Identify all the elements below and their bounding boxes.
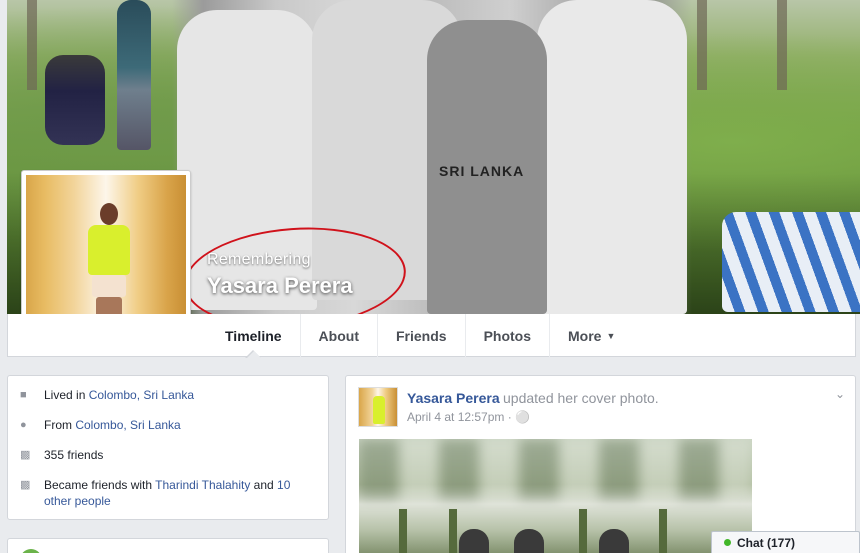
chevron-down-icon: ▼ [606, 330, 616, 341]
tab-photos[interactable]: Photos [464, 314, 549, 357]
cover-background-person [45, 55, 105, 145]
globe-icon: ⚪ [515, 410, 531, 424]
tab-timeline[interactable]: Timeline [207, 314, 300, 358]
online-status-icon [724, 539, 731, 546]
cover-person [537, 0, 687, 314]
cover-shirt-text: SRI LANKA [439, 163, 525, 179]
intro-from-prefix: From [44, 418, 76, 432]
became-friends-middle: and [250, 478, 278, 492]
profile-tabs: Timeline About Friends Photos More ▼ [207, 314, 633, 358]
tab-label: Photos [483, 327, 532, 344]
intro-lived-prefix: Lived in [44, 388, 89, 402]
card-icon [20, 549, 42, 553]
palm-tree [697, 0, 707, 90]
intro-friends: ▩ 355 friends [20, 447, 304, 463]
palm-tree [27, 0, 37, 90]
tab-label: More [568, 327, 602, 344]
intro-lived-in: ■ Lived in Colombo, Sri Lanka [20, 387, 304, 403]
chat-label: Chat (177) [737, 535, 796, 550]
lived-in-link[interactable]: Colombo, Sri Lanka [89, 388, 194, 402]
became-friends-prefix: Became friends with [44, 478, 156, 492]
friend-name-link[interactable]: Tharindi Thalahity [155, 478, 250, 492]
friends-icon: ▩ [20, 449, 31, 461]
location-pin-icon: ● [20, 419, 27, 431]
tab-label: About [318, 327, 359, 344]
tab-label: Friends [395, 327, 447, 344]
from-link[interactable]: Colombo, Sri Lanka [75, 418, 180, 432]
post-date-link[interactable]: April 4 at 12:57pm [407, 410, 504, 424]
cover-cushion [722, 212, 860, 312]
post-action-text: updated her cover photo. [503, 390, 659, 406]
cover-background-person [117, 0, 151, 150]
tab-about[interactable]: About [299, 314, 377, 357]
friends-count[interactable]: 355 friends [44, 447, 304, 463]
post-author-avatar[interactable] [358, 387, 398, 427]
tab-friends[interactable]: Friends [376, 314, 465, 357]
tab-label: Timeline [225, 327, 282, 344]
post-options-chevron-icon[interactable]: ⌄ [835, 387, 845, 401]
post-meta: April 4 at 12:57pm · ⚪ [407, 410, 530, 424]
next-card [7, 538, 329, 553]
profile-picture-image [26, 175, 186, 335]
friends-icon: ▩ [20, 479, 31, 491]
post-photo[interactable] [359, 439, 752, 553]
post-card: Yasara Perera updated her cover photo. A… [345, 375, 856, 553]
house-icon: ■ [20, 389, 27, 401]
chat-bar[interactable]: Chat (177) [711, 531, 860, 553]
tab-more[interactable]: More ▼ [549, 314, 633, 357]
intro-became-friends: ▩ Became friends with Tharindi Thalahity… [20, 477, 304, 509]
intro-card: ■ Lived in Colombo, Sri Lanka ● From Col… [7, 375, 329, 520]
post-author-link[interactable]: Yasara Perera [407, 390, 500, 406]
palm-tree [777, 0, 787, 90]
intro-from: ● From Colombo, Sri Lanka [20, 417, 304, 433]
meta-separator: · [504, 410, 516, 424]
